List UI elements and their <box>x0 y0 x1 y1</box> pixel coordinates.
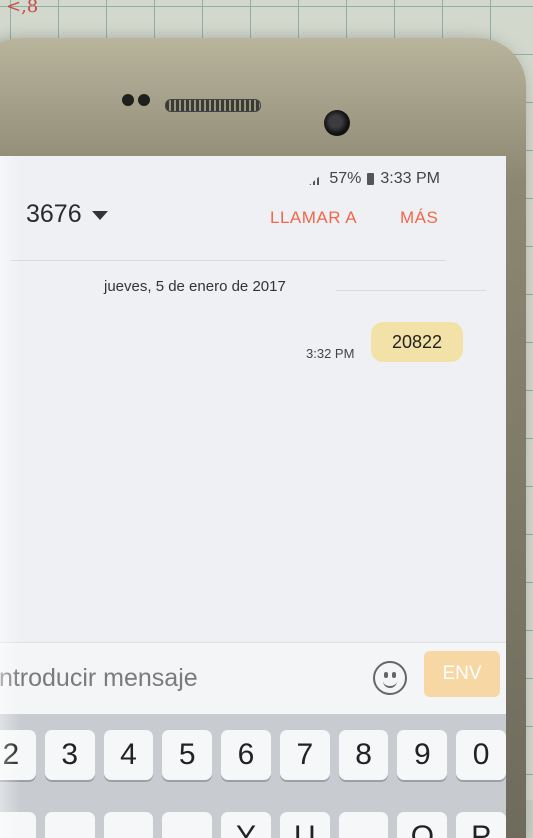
battery-icon <box>367 173 375 185</box>
header-divider <box>10 260 446 261</box>
signal-icon <box>309 173 324 185</box>
keyboard-number-row: 2 3 4 5 6 7 8 9 0 <box>0 730 506 780</box>
key-3[interactable]: 3 <box>44 730 95 780</box>
message-composer: ENV <box>0 642 506 715</box>
phone-body: ⊠ 57% 3:33 PM ← 3676 LLAMAR A MÁS jueves… <box>0 38 526 838</box>
contact-dropdown[interactable]: 3676 <box>26 200 108 229</box>
message-input[interactable] <box>0 659 354 697</box>
arrow-left-icon[interactable]: ← <box>0 202 2 228</box>
key-2[interactable]: 2 <box>0 730 36 780</box>
status-time: 3:33 PM <box>380 170 440 187</box>
key-5[interactable]: 5 <box>162 730 213 780</box>
key-4[interactable]: 4 <box>103 730 154 780</box>
key-9[interactable]: 9 <box>397 730 448 780</box>
more-button[interactable]: MÁS <box>400 208 438 228</box>
key-i[interactable] <box>338 812 389 838</box>
key-w[interactable] <box>44 812 95 838</box>
on-screen-keyboard: 2 3 4 5 6 7 8 9 0 Y U O P <box>0 714 506 838</box>
caret-down-icon <box>91 210 108 220</box>
date-separator: jueves, 5 de enero de 2017 <box>104 278 286 295</box>
conversation-header: ← 3676 LLAMAR A MÁS <box>0 200 506 246</box>
proximity-sensor <box>122 94 134 106</box>
key-u[interactable]: U <box>279 812 330 838</box>
smiley-icon[interactable] <box>373 661 407 695</box>
key-q[interactable] <box>0 812 36 838</box>
key-r[interactable] <box>162 812 213 838</box>
outgoing-message-bubble[interactable]: 20822 <box>371 322 463 362</box>
key-y[interactable]: Y <box>221 812 271 838</box>
phone-screen: ⊠ 57% 3:33 PM ← 3676 LLAMAR A MÁS jueves… <box>0 156 506 838</box>
status-bar: ⊠ 57% 3:33 PM <box>0 170 506 192</box>
battery-percent: 57% <box>329 170 362 187</box>
key-p[interactable]: P <box>456 812 506 838</box>
key-8[interactable]: 8 <box>338 730 389 780</box>
message-timestamp: 3:32 PM <box>306 346 355 361</box>
light-sensor <box>138 94 150 106</box>
key-7[interactable]: 7 <box>279 730 330 780</box>
key-o[interactable]: O <box>397 812 448 838</box>
call-button[interactable]: LLAMAR A <box>270 208 357 228</box>
earpiece-speaker <box>165 99 261 112</box>
mat-marking: <,8 <box>6 0 39 17</box>
smiley-mouth <box>383 678 397 688</box>
send-button[interactable]: ENV <box>424 651 500 697</box>
key-e[interactable] <box>103 812 154 838</box>
keyboard-letter-row: Y U O P <box>0 812 506 838</box>
contact-name: 3676 <box>26 200 82 228</box>
key-0[interactable]: 0 <box>456 730 506 780</box>
front-camera <box>324 110 350 136</box>
status-bar-right: 57% 3:33 PM <box>309 170 440 188</box>
date-separator-line <box>336 290 486 291</box>
key-6[interactable]: 6 <box>221 730 271 780</box>
